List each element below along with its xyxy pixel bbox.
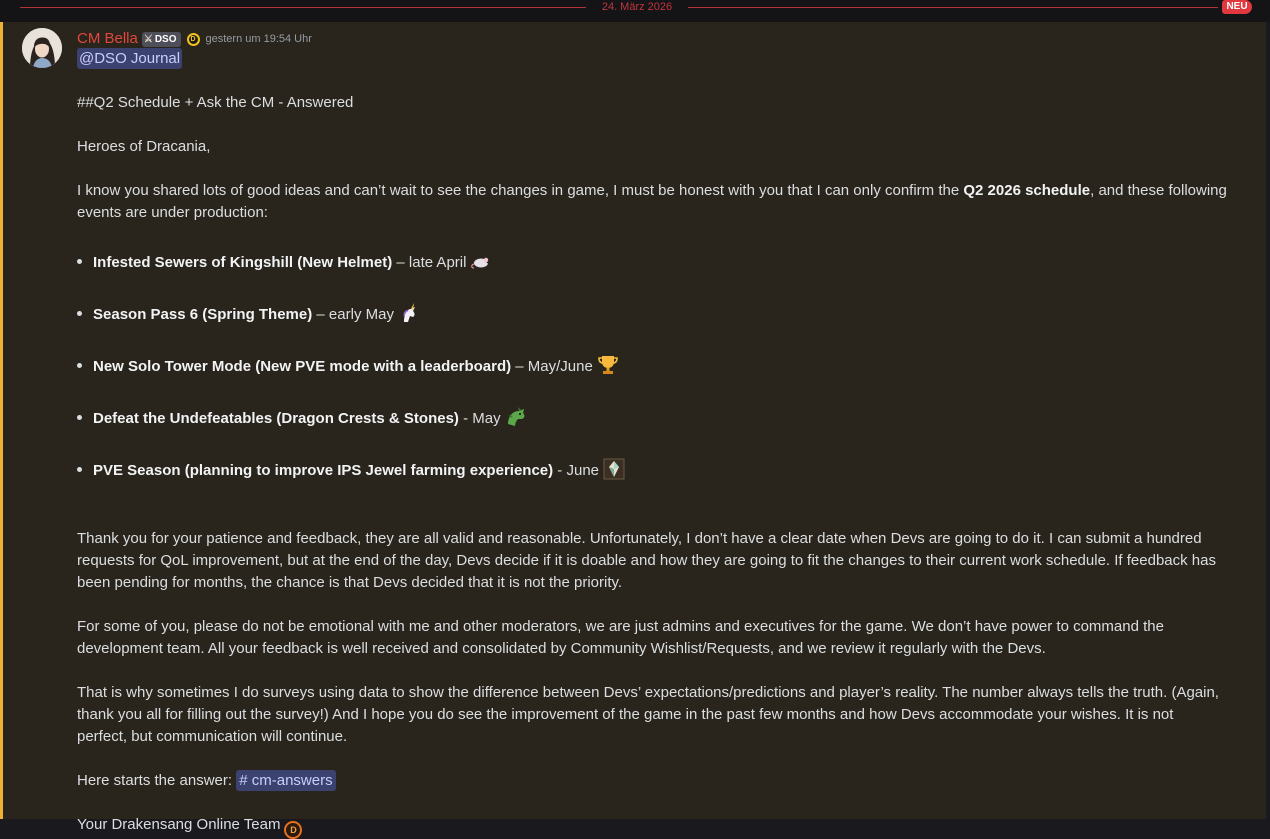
bullet-dot [77,467,82,472]
bullet-dot [77,259,82,264]
greeting: Heroes of Dracania, [77,138,211,155]
paragraph: For some of you, please do not be emotio… [77,618,1164,657]
answer-label: Here starts the answer: [77,772,237,789]
bullet-dot [77,363,82,368]
jewel-emoji-icon[interactable] [603,458,625,480]
event-title: New Solo Tower Mode (New PVE mode with a… [93,358,512,375]
role-mention[interactable]: @DSO Journal [77,48,183,69]
channel-hash-icon: # [239,772,252,789]
divider-date: 24. März 2026 [601,1,673,13]
sword-icon: ⚔ [143,33,153,45]
username[interactable]: CM Bella [77,30,138,48]
dragon-emoji-icon[interactable] [505,406,527,428]
date-divider: 24. März 2026 NEU [0,0,1270,22]
channel-name: cm-answers [251,772,333,789]
event-title: Defeat the Undefeatables (Dragon Crests … [93,410,459,427]
signature-line: Your Drakensang Online Team D [77,814,303,839]
channel-mention[interactable]: # cm-answers [236,770,336,791]
paragraph: That is why sometimes I do surveys using… [77,684,1219,745]
mention-highlight-stripe [0,22,3,819]
avatar-image [22,28,62,68]
intro-paragraph: I know you shared lots of good ideas and… [77,180,1227,224]
event-date: - May [458,410,501,427]
trophy-emoji-icon[interactable] [597,354,619,376]
event-date: – late April [392,254,467,271]
rat-emoji-icon[interactable] [470,250,492,272]
unicorn-emoji-icon[interactable] [398,302,420,324]
event-title: Season Pass 6 (Spring Theme) [93,306,313,323]
scrollbar-track [1266,22,1270,819]
divider-line-right [688,7,1218,8]
intro-text-before: I know you shared lots of good ideas and… [77,182,964,199]
server-tag-label: DSO [154,33,177,45]
message-header: CM Bella ⚔ DSO D gestern um 19:54 Uhr [77,29,312,49]
bullet-dot [77,415,82,420]
timestamp[interactable]: gestern um 19:54 Uhr [206,33,312,45]
bullet-dot [77,311,82,316]
dso-role-icon[interactable]: D [186,32,200,46]
answer-line: Here starts the answer: # cm-answers [77,770,336,792]
intro-bold: Q2 2026 schedule [963,182,1091,199]
event-date: – May/June [511,358,593,375]
dso-logo-emoji-icon[interactable]: D [284,821,303,839]
event-title: PVE Season (planning to improve IPS Jewe… [93,462,554,479]
avatar[interactable] [22,28,62,68]
event-title: Infested Sewers of Kingshill (New Helmet… [93,254,393,271]
new-messages-badge[interactable]: NEU [1222,0,1252,14]
message: CM Bella ⚔ DSO D gestern um 19:54 Uhr @D… [0,22,1270,839]
paragraph: Thank you for your patience and feedback… [77,530,1216,591]
event-date: – early May [312,306,394,323]
divider-line-left [20,7,586,8]
event-date: - June [553,462,599,479]
message-heading: ##Q2 Schedule + Ask the CM - Answered [77,94,354,111]
server-tag-badge[interactable]: ⚔ DSO [141,31,181,47]
